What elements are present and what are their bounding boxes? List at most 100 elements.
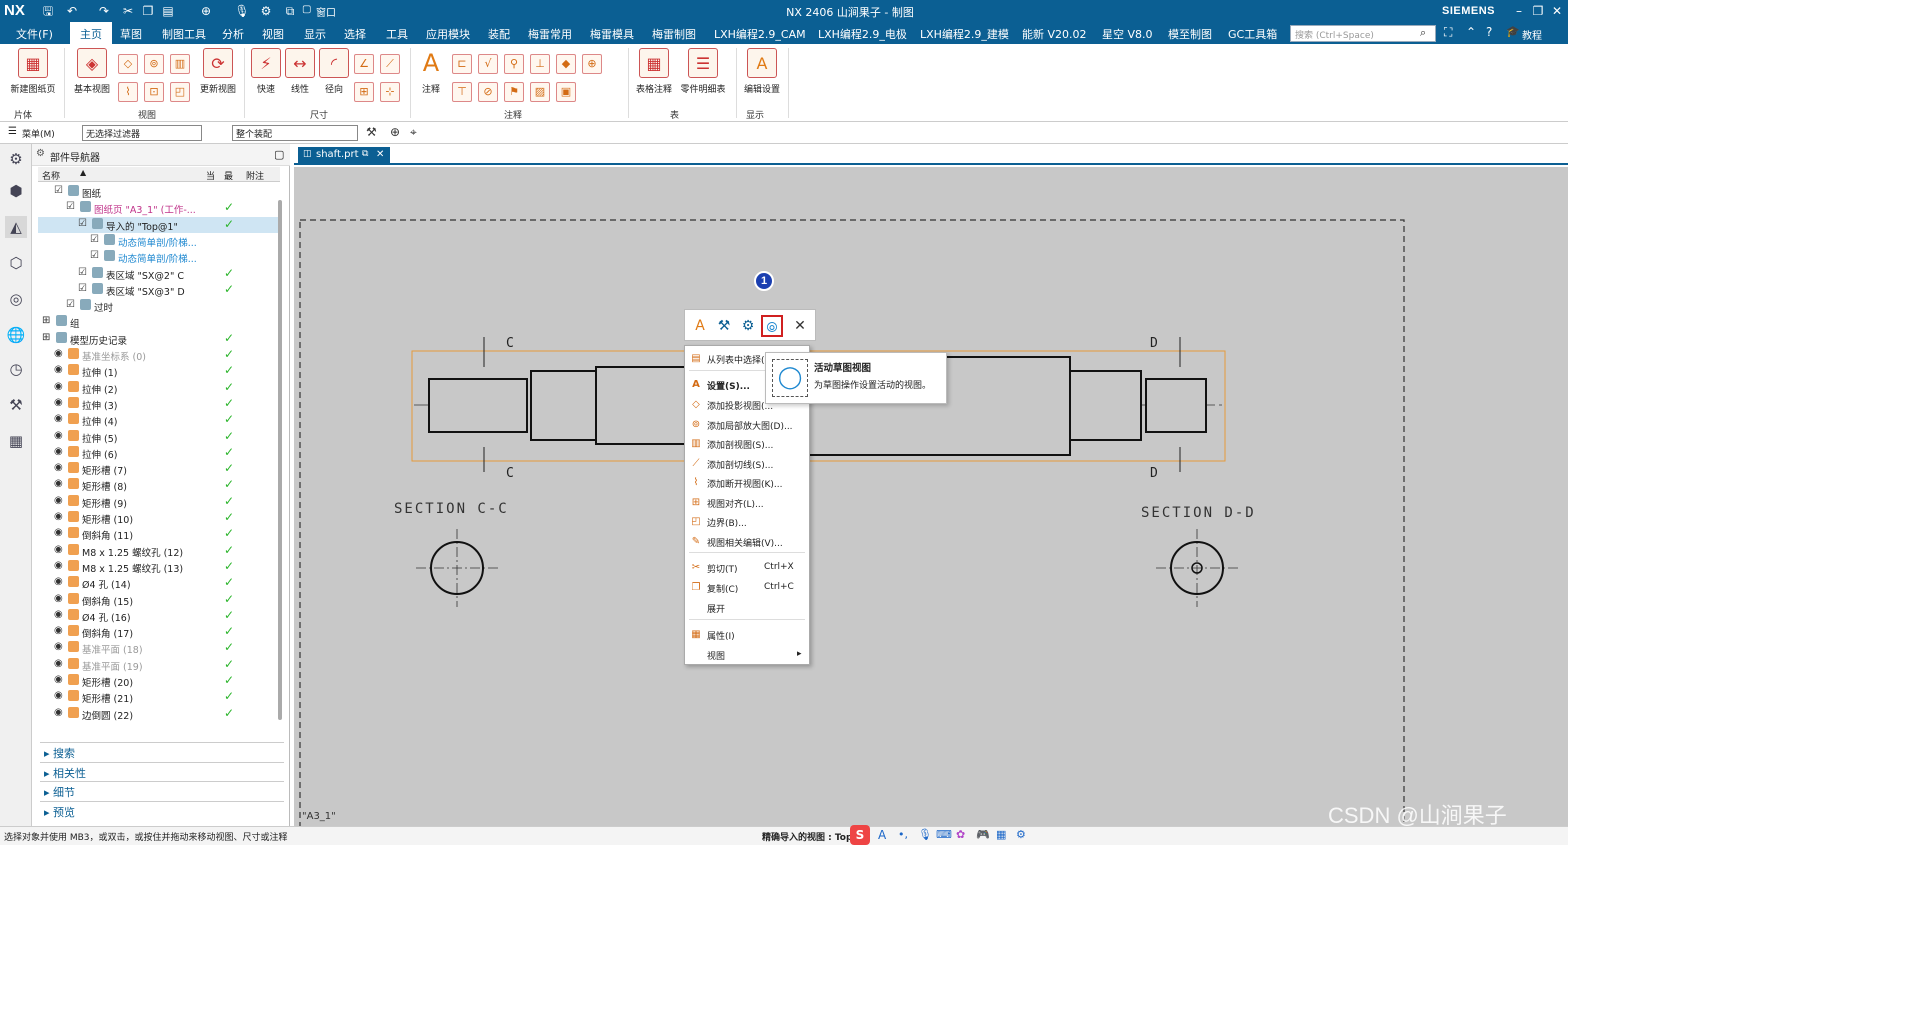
note-button[interactable]: A 注释	[414, 48, 448, 95]
visibility-eye-icon[interactable]: ◉	[54, 364, 63, 375]
palette-icon[interactable]: ▦	[5, 430, 27, 452]
section-view-icon[interactable]: ▥	[170, 54, 190, 74]
visibility-eye-icon[interactable]: ◉	[54, 674, 63, 685]
context-item-9[interactable]: ✎ 视图相关编辑(V)...	[685, 533, 809, 552]
expand-icon[interactable]: ☑	[54, 185, 63, 196]
undo-icon[interactable]: ↶	[64, 3, 80, 19]
visibility-eye-icon[interactable]: ◉	[54, 527, 63, 538]
tree-row[interactable]: ◉ 矩形槽 (21) ✓	[38, 689, 280, 705]
snap-point-icon[interactable]: ⊕	[390, 125, 400, 139]
menu-item-1[interactable]: 主页	[70, 22, 112, 44]
part-navigator-icon[interactable]: ◭	[5, 216, 27, 238]
tree-row[interactable]: ⊞ 组	[38, 314, 280, 330]
update-view-button[interactable]: ⟳ 更新视图	[196, 48, 240, 95]
parts-list-button[interactable]: ☰ 零件明细表	[678, 48, 728, 95]
ime-logo-icon[interactable]: S	[850, 825, 870, 845]
navigator-scrollbar[interactable]	[278, 200, 282, 720]
tutorial-link[interactable]: 教程	[1522, 27, 1542, 42]
ime-mode-icon[interactable]: A	[878, 828, 886, 842]
menu-item-6[interactable]: 显示	[304, 26, 326, 42]
projected-view-icon[interactable]: ◇	[118, 54, 138, 74]
context-item-7[interactable]: ⊞ 视图对齐(L)...	[685, 494, 809, 513]
radial-dimension-button[interactable]: ◜ 径向	[318, 48, 350, 95]
menu-item-5[interactable]: 视图	[262, 26, 284, 42]
ime-toolbox-icon[interactable]: ▦	[996, 828, 1006, 841]
visibility-eye-icon[interactable]: ◉	[54, 462, 63, 473]
command-finder-icon[interactable]: ⚙	[258, 3, 274, 19]
window-menu[interactable]: 窗口	[316, 4, 336, 19]
context-item-13[interactable]: ▦ 属性(I)	[685, 626, 809, 645]
tree-row[interactable]: ◉ 倒斜角 (11) ✓	[38, 526, 280, 542]
visibility-eye-icon[interactable]: ◉	[54, 576, 63, 587]
web-browser-icon[interactable]: 🌐	[5, 324, 27, 346]
expand-icon[interactable]: ☑	[90, 250, 99, 261]
tree-row[interactable]: ☑ 表区域 "SX@2" C ✓	[38, 266, 280, 282]
menu-item-4[interactable]: 分析	[222, 26, 244, 42]
base-view-button[interactable]: ◈ 基本视图	[70, 48, 114, 95]
edit-view-icon[interactable]: ⚒	[713, 315, 735, 337]
history-icon[interactable]: ◷	[5, 358, 27, 380]
hatch-fill-icon[interactable]: ◆	[556, 54, 576, 74]
context-item-8[interactable]: ◰ 边界(B)...	[685, 513, 809, 532]
linear-dimension-button[interactable]: ↔ 线性	[284, 48, 316, 95]
angular-dimension-icon[interactable]: ∠	[354, 54, 374, 74]
expand-icon[interactable]: ⊞	[42, 332, 50, 343]
surface-finish-icon[interactable]: √	[478, 54, 498, 74]
context-item-11[interactable]: ❐ 复制(C) Ctrl+C	[685, 579, 809, 598]
tree-row[interactable]: ◉ Ø4 孔 (14) ✓	[38, 575, 280, 591]
panel-1[interactable]: ▸ 相关性	[40, 761, 284, 780]
menu-item-19[interactable]: 模至制图	[1168, 26, 1212, 42]
context-item-4[interactable]: ▥ 添加剖视图(S)...	[685, 435, 809, 454]
context-item-3[interactable]: ⊚ 添加局部放大图(D)...	[685, 416, 809, 435]
visibility-eye-icon[interactable]: ◉	[54, 625, 63, 636]
visibility-eye-icon[interactable]: ◉	[54, 560, 63, 571]
tree-row[interactable]: ◉ 矩形槽 (20) ✓	[38, 673, 280, 689]
menu-item-12[interactable]: 梅雷模具	[590, 26, 634, 42]
visibility-eye-icon[interactable]: ◉	[54, 544, 63, 555]
reuse-library-icon[interactable]: ◎	[5, 288, 27, 310]
menu-item-2[interactable]: 草图	[120, 26, 142, 42]
selection-filter-dropdown[interactable]: 无选择过滤器	[82, 125, 202, 141]
thickness-dimension-icon[interactable]: ⊞	[354, 82, 374, 102]
ime-skin-icon[interactable]: ✿	[956, 828, 965, 841]
image-icon[interactable]: ▣	[556, 82, 576, 102]
feature-control-icon[interactable]: ⊏	[452, 54, 472, 74]
ime-punct-icon[interactable]: •,	[898, 828, 908, 841]
menu-item-16[interactable]: LXH编程2.9_建模	[920, 26, 1009, 42]
settings-icon[interactable]: ⚙	[5, 148, 27, 170]
menu-item-10[interactable]: 装配	[488, 26, 510, 42]
context-item-5[interactable]: ⟋ 添加剖切线(S)...	[685, 455, 809, 474]
visibility-eye-icon[interactable]: ◉	[54, 609, 63, 620]
visibility-eye-icon[interactable]: ◉	[54, 658, 63, 669]
menu-item-17[interactable]: 能新 V20.02	[1022, 26, 1087, 42]
tree-row[interactable]: ◉ 矩形槽 (8) ✓	[38, 477, 280, 493]
tree-row[interactable]: ◉ M8 x 1.25 螺纹孔 (13) ✓	[38, 559, 280, 575]
search-icon[interactable]: ⌕	[1420, 26, 1426, 40]
redo-icon[interactable]: ↷	[96, 3, 112, 19]
expand-icon[interactable]: ☑	[78, 283, 87, 294]
expand-icon[interactable]: ☑	[90, 234, 99, 245]
tree-row[interactable]: ◉ 拉伸 (2) ✓	[38, 380, 280, 396]
save-icon[interactable]: 🖫	[40, 3, 56, 19]
collapse-ribbon-icon[interactable]: ⌃	[1466, 25, 1476, 39]
ime-settings-icon[interactable]: ⚙	[1016, 828, 1026, 841]
column-notes[interactable]: 附注	[246, 169, 264, 182]
tree-row[interactable]: ◉ 拉伸 (6) ✓	[38, 445, 280, 461]
column-current[interactable]: 当	[206, 169, 215, 182]
tree-row[interactable]: ◉ 拉伸 (3) ✓	[38, 396, 280, 412]
snap-icon[interactable]: ⊕	[198, 3, 214, 19]
visibility-eye-icon[interactable]: ◉	[54, 641, 63, 652]
maximize-panel-icon[interactable]: ▢	[274, 148, 284, 161]
view-style-icon[interactable]: ⚙	[737, 315, 759, 337]
expand-icon[interactable]: ☑	[66, 201, 75, 212]
tree-row[interactable]: ☑ 图纸	[38, 184, 280, 200]
visibility-eye-icon[interactable]: ◉	[54, 348, 63, 359]
tree-row[interactable]: ◉ Ø4 孔 (16) ✓	[38, 608, 280, 624]
center-mark-icon[interactable]: ⊕	[582, 54, 602, 74]
menu-item-20[interactable]: GC工具箱	[1228, 26, 1277, 42]
tree-row[interactable]: ☑ 过时	[38, 298, 280, 314]
visibility-eye-icon[interactable]: ◉	[54, 707, 63, 718]
menu-button[interactable]: 菜单(M)	[22, 127, 55, 140]
view-boundary-icon[interactable]: ◰	[170, 82, 190, 102]
visibility-eye-icon[interactable]: ◉	[54, 446, 63, 457]
